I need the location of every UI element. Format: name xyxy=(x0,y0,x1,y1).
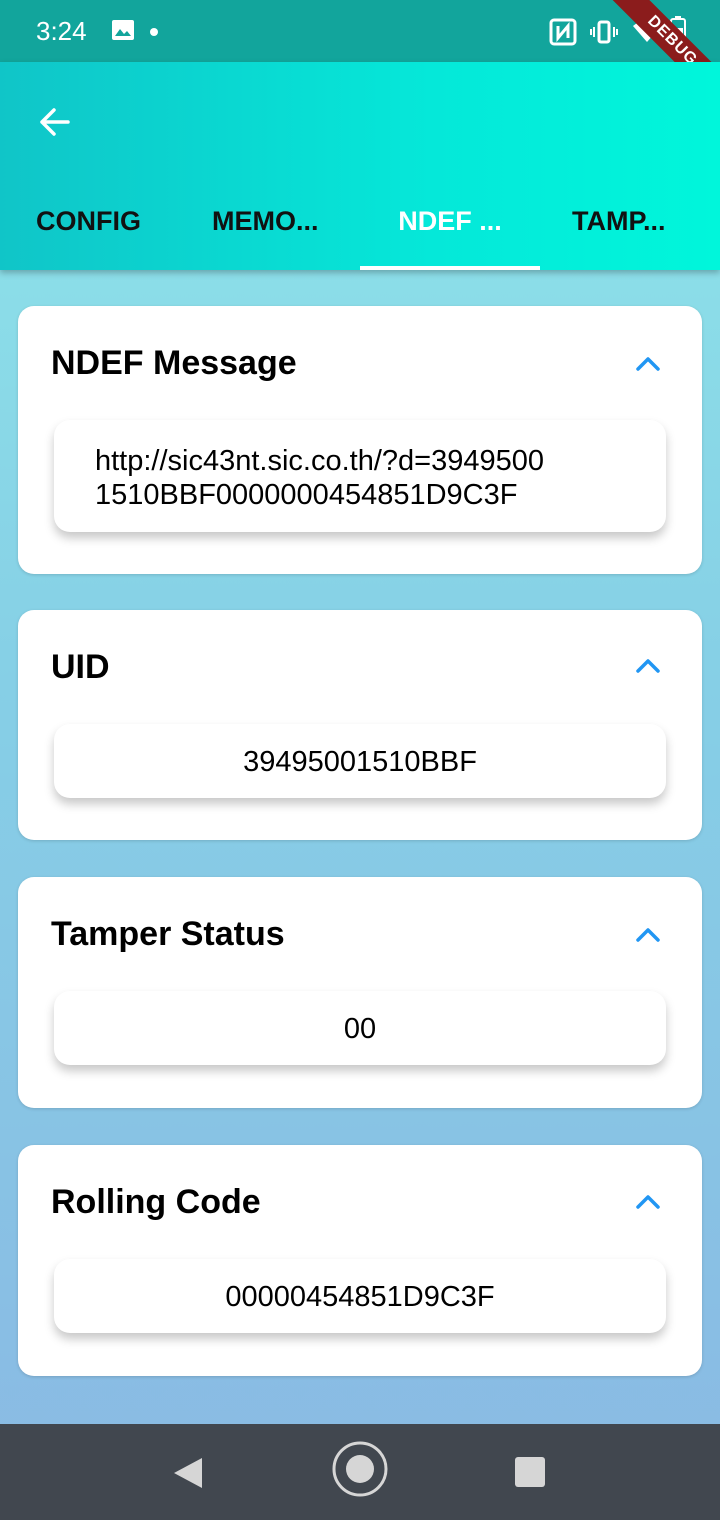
nfc-icon xyxy=(549,18,577,46)
tab-indicator xyxy=(360,266,540,270)
tab-memory[interactable]: MEMO... xyxy=(180,182,360,270)
ndef-message-line-1: http://sic43nt.sic.co.th/?d=3949500 xyxy=(95,445,545,477)
uid-card: UID 39495001510BBF xyxy=(18,610,702,840)
app-bar: CONFIG MEMO... NDEF ... TAMP... xyxy=(0,62,720,270)
chevron-up-icon[interactable] xyxy=(634,925,662,945)
nav-back-icon[interactable] xyxy=(172,1456,204,1490)
back-arrow-icon[interactable] xyxy=(28,94,84,150)
tamper-status-value: 00 xyxy=(343,1013,377,1045)
rolling-code-value-box: 00000454851D9C3F xyxy=(54,1259,666,1333)
status-time: 3:24 xyxy=(36,16,87,46)
tab-tamper[interactable]: TAMP... xyxy=(540,182,720,270)
ndef-message-value-box: http://sic43nt.sic.co.th/?d=3949500 1510… xyxy=(54,420,666,532)
notification-dot-icon xyxy=(150,28,158,36)
ndef-message-line-2: 1510BBF0000000454851D9C3F xyxy=(95,479,518,511)
tamper-status-value-box: 00 xyxy=(54,991,666,1065)
rolling-code-card: Rolling Code 00000454851D9C3F xyxy=(18,1145,702,1376)
image-notification-icon xyxy=(112,20,134,40)
card-title-ndef-message: NDEF Message xyxy=(51,344,297,382)
chevron-up-icon[interactable] xyxy=(634,656,662,676)
chevron-up-icon[interactable] xyxy=(634,354,662,374)
card-title-uid: UID xyxy=(51,648,110,686)
card-title-rolling-code: Rolling Code xyxy=(51,1183,261,1221)
uid-value: 39495001510BBF xyxy=(243,746,477,778)
ndef-message-card: NDEF Message http://sic43nt.sic.co.th/?d… xyxy=(18,306,702,574)
status-bar: 3:24 DEBUG xyxy=(0,0,720,121)
uid-value-box: 39495001510BBF xyxy=(54,724,666,798)
vibrate-icon xyxy=(590,20,618,44)
nav-recents-icon[interactable] xyxy=(514,1456,546,1488)
tab-bar: CONFIG MEMO... NDEF ... TAMP... xyxy=(0,182,720,270)
tab-ndef[interactable]: NDEF ... xyxy=(360,182,540,270)
system-nav-bar xyxy=(0,1424,720,1520)
tab-config[interactable]: CONFIG xyxy=(0,182,180,270)
tamper-status-card: Tamper Status 00 xyxy=(18,877,702,1108)
rolling-code-value: 00000454851D9C3F xyxy=(225,1281,495,1313)
chevron-up-icon[interactable] xyxy=(634,1192,662,1212)
card-title-tamper-status: Tamper Status xyxy=(51,915,285,953)
nav-home-icon[interactable] xyxy=(331,1440,389,1498)
